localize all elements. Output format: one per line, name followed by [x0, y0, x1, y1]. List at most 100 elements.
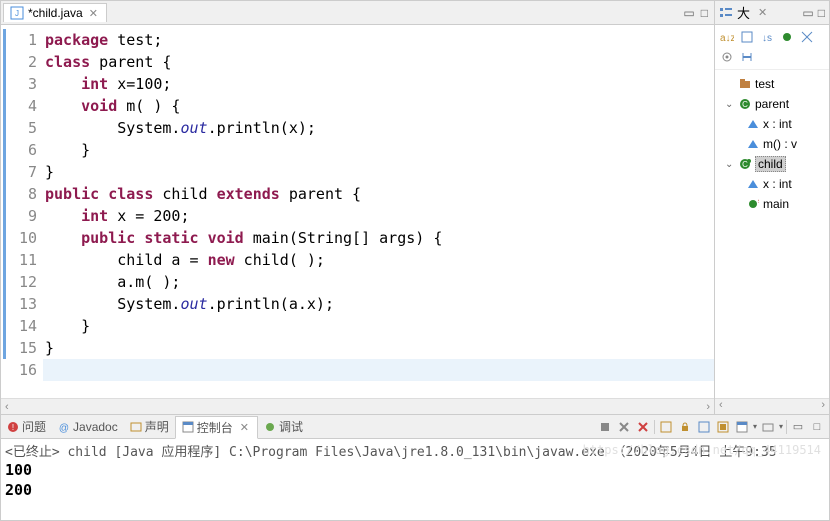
- outline-node[interactable]: ⌄Cchild: [717, 154, 827, 174]
- line-number: 1: [9, 29, 37, 51]
- console-output-line: 200: [5, 480, 825, 500]
- line-number: 4: [9, 95, 37, 117]
- outline-node[interactable]: x : int: [717, 114, 827, 134]
- console-output-line: 100: [5, 460, 825, 480]
- declaration-icon: [130, 421, 142, 433]
- outline-node[interactable]: test: [717, 74, 827, 94]
- maximize-icon[interactable]: □: [809, 419, 825, 435]
- line-number: 6: [9, 139, 37, 161]
- line-number: 11: [9, 249, 37, 271]
- line-number: 15: [9, 337, 37, 359]
- marker-bar: [1, 25, 9, 398]
- display-selected-console-icon[interactable]: [734, 419, 750, 435]
- expand-arrow-icon[interactable]: ⌄: [725, 99, 735, 110]
- outline-icon: [719, 6, 733, 20]
- line-number: 5: [9, 117, 37, 139]
- word-wrap-icon[interactable]: [696, 419, 712, 435]
- svg-text:@: @: [59, 423, 69, 433]
- minimize-icon[interactable]: ▭: [790, 419, 806, 435]
- outline-tree[interactable]: test⌄Cparentx : intm() : v⌄Cchildx : int…: [715, 70, 829, 398]
- scroll-left-icon[interactable]: ‹: [719, 399, 723, 414]
- dropdown-icon[interactable]: ▾: [753, 422, 757, 431]
- outline-node[interactable]: smain: [717, 194, 827, 214]
- class-icon: C: [738, 97, 752, 111]
- hide-local-icon[interactable]: [799, 29, 815, 45]
- hide-nonpublic-icon[interactable]: [779, 29, 795, 45]
- clear-console-icon[interactable]: [658, 419, 674, 435]
- editor-horizontal-scrollbar[interactable]: ‹ ›: [1, 398, 714, 414]
- minimize-icon[interactable]: ▭: [683, 6, 694, 20]
- method-icon: s: [746, 197, 760, 211]
- javadoc-icon: @: [58, 421, 70, 433]
- svg-text:a↓z: a↓z: [720, 33, 734, 44]
- remove-launch-icon[interactable]: [616, 419, 632, 435]
- close-icon[interactable]: ✕: [87, 7, 100, 20]
- bottom-tab-bar: ! 问题 @ Javadoc 声明 控制台 ✕ 调试: [1, 415, 829, 439]
- line-number: 7: [9, 161, 37, 183]
- outline-node-label: parent: [755, 97, 789, 111]
- package-icon: [738, 77, 752, 91]
- line-number: 14: [9, 315, 37, 337]
- expand-arrow-icon[interactable]: ⌄: [725, 159, 735, 170]
- line-number: 16: [9, 359, 37, 381]
- link-editor-icon[interactable]: [739, 49, 755, 65]
- svg-text:s: s: [758, 199, 759, 205]
- scroll-right-icon[interactable]: ›: [821, 399, 825, 414]
- close-icon[interactable]: ✕: [238, 421, 251, 434]
- svg-text:↓s: ↓s: [762, 33, 772, 44]
- field-icon: [746, 117, 760, 131]
- outline-node-label: child: [755, 156, 786, 172]
- tab-declaration[interactable]: 声明: [124, 416, 175, 437]
- code-content[interactable]: package test; class parent { int x=100; …: [43, 25, 714, 398]
- line-number: 13: [9, 293, 37, 315]
- tab-debug[interactable]: 调试: [258, 416, 309, 437]
- line-number: 2: [9, 51, 37, 73]
- outline-node[interactable]: ⌄ Cparent: [717, 94, 827, 114]
- outline-node-label: x : int: [763, 117, 792, 131]
- outline-node-label: m() : v: [763, 137, 797, 151]
- terminate-all-icon[interactable]: [597, 419, 613, 435]
- scroll-lock-icon[interactable]: [677, 419, 693, 435]
- remove-all-icon[interactable]: [635, 419, 651, 435]
- code-area[interactable]: 12345678910111213141516 package test; cl…: [1, 25, 714, 398]
- svg-text:!: !: [12, 423, 14, 432]
- minimize-icon[interactable]: ▭: [802, 6, 813, 20]
- class-icon: C: [738, 157, 752, 171]
- hide-fields-icon[interactable]: [739, 29, 755, 45]
- bottom-panel: ! 问题 @ Javadoc 声明 控制台 ✕ 调试: [0, 415, 830, 521]
- console-icon: [182, 421, 194, 433]
- outline-panel: 大 ✕ ▭ □ a↓z ↓s test⌄Cparentx : intm() : …: [715, 0, 830, 415]
- line-number: 8: [9, 183, 37, 205]
- outline-node-label: x : int: [763, 177, 792, 191]
- outline-node-label: test: [755, 77, 774, 91]
- scroll-left-icon[interactable]: ‹: [5, 401, 9, 413]
- line-number: 12: [9, 271, 37, 293]
- console-output[interactable]: <已终止> child [Java 应用程序] C:\Program Files…: [1, 439, 829, 520]
- outline-horizontal-scrollbar[interactable]: ‹ ›: [715, 398, 829, 414]
- dropdown-icon[interactable]: ▾: [779, 422, 783, 431]
- tab-javadoc[interactable]: @ Javadoc: [52, 418, 124, 436]
- outline-tab-bar: 大 ✕ ▭ □: [715, 1, 829, 25]
- pin-console-icon[interactable]: [715, 419, 731, 435]
- svg-text:J: J: [15, 9, 19, 18]
- svg-text:C: C: [742, 100, 748, 109]
- outline-tab-label: 大: [737, 3, 750, 22]
- tab-console[interactable]: 控制台 ✕: [175, 416, 258, 439]
- focus-icon[interactable]: [719, 49, 735, 65]
- open-console-icon[interactable]: [760, 419, 776, 435]
- hide-static-icon[interactable]: ↓s: [759, 29, 775, 45]
- scroll-right-icon[interactable]: ›: [706, 401, 710, 413]
- close-icon[interactable]: ✕: [756, 6, 769, 19]
- watermark: https://blog.csdn.net/qq_44119514: [583, 443, 821, 457]
- sort-icon[interactable]: a↓z: [719, 29, 735, 45]
- line-number: 10: [9, 227, 37, 249]
- tab-problems[interactable]: ! 问题: [1, 416, 52, 437]
- field-icon: [746, 177, 760, 191]
- problems-icon: !: [7, 421, 19, 433]
- maximize-icon[interactable]: □: [818, 6, 825, 20]
- line-number: 9: [9, 205, 37, 227]
- editor-tab-child-java[interactable]: J *child.java ✕: [3, 3, 107, 22]
- maximize-icon[interactable]: □: [701, 6, 708, 20]
- outline-node[interactable]: x : int: [717, 174, 827, 194]
- outline-node[interactable]: m() : v: [717, 134, 827, 154]
